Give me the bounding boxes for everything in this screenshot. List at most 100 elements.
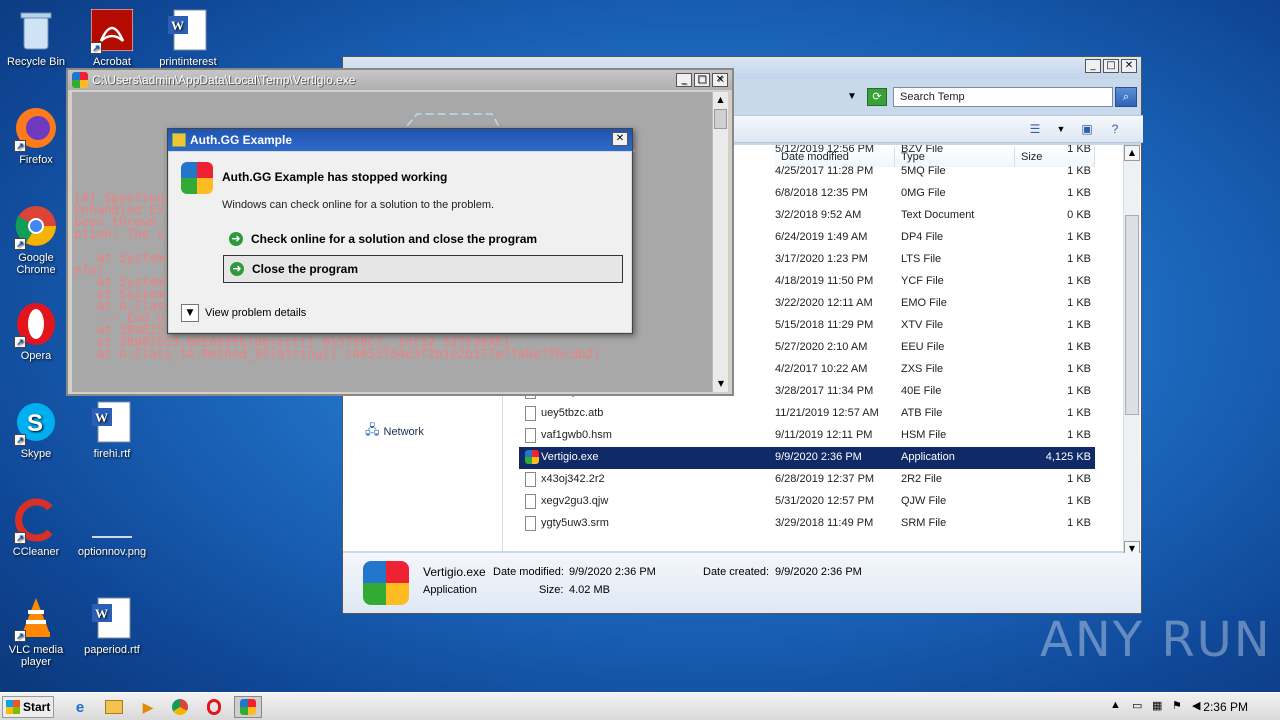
desktop-icon-firehi[interactable]: W firehi.rtf	[76, 400, 148, 460]
cell-type: XTV File	[901, 319, 944, 331]
maximize-button[interactable]: □	[1103, 59, 1119, 73]
option-label: Close the program	[252, 262, 359, 276]
cell-size: 0 KB	[1067, 209, 1091, 221]
tray-clock[interactable]: 2:36 PM	[1203, 700, 1248, 714]
close-button[interactable]: ✕	[612, 132, 628, 146]
refresh-button[interactable]: ⟳	[867, 88, 887, 106]
console-titlebar[interactable]: C:\Users\admin\AppData\Local\Temp\Vertig…	[68, 70, 732, 90]
cell-type: EMO File	[901, 297, 947, 309]
help-icon[interactable]: ?	[1107, 121, 1123, 137]
taskbar-explorer-icon[interactable]	[100, 696, 128, 718]
desktop-icon-skype[interactable]: S ↗ Skype	[0, 400, 72, 460]
tray-volume-icon[interactable]: ◀	[1192, 699, 1200, 712]
desktop-icon-label: CCleaner	[12, 546, 60, 558]
error-dialog[interactable]: Auth.GG Example ✕ Auth.GG Example has st…	[167, 128, 633, 334]
scroll-down-icon[interactable]: ▼	[713, 376, 729, 392]
taskbar-opera-icon[interactable]	[200, 696, 228, 718]
console-line: at A.Class_14.Method_92(String[] c405378…	[74, 346, 601, 361]
cell-type: QJW File	[901, 495, 947, 507]
close-button[interactable]: ✕	[1121, 59, 1137, 73]
desktop-icon-label: paperiod.rtf	[84, 644, 140, 656]
svg-text:W: W	[95, 410, 108, 425]
close-button[interactable]: ✕	[712, 73, 728, 87]
cell-type: ZXS File	[901, 363, 944, 375]
cell-type: 40E File	[901, 385, 942, 397]
desktop-icon-printinterest[interactable]: W printinterest	[152, 8, 224, 68]
cell-size: 1 KB	[1067, 473, 1091, 485]
skype-icon: S ↗	[14, 400, 58, 446]
cell-date: 3/29/2018 11:49 PM	[775, 517, 874, 529]
desktop-icon-vlc[interactable]: ↗ VLC media player	[0, 596, 72, 668]
table-row[interactable]: uey5tbzc.atb 11/21/2019 12:57 AM ATB File 1…	[519, 403, 1095, 425]
cell-type: Application	[901, 451, 955, 463]
tray-expand-icon[interactable]: ▲	[1110, 699, 1121, 711]
console-scrollbar[interactable]: ▲ ▼	[712, 92, 728, 392]
desktop-icon-ccleaner[interactable]: ↗ CCleaner	[0, 498, 72, 558]
scroll-thumb[interactable]	[1125, 215, 1139, 415]
dialog-subtext: Windows can check online for a solution …	[222, 199, 495, 211]
cell-type: 5MQ File	[901, 165, 946, 177]
scroll-up-icon[interactable]: ▲	[1124, 145, 1140, 161]
scroll-up-icon[interactable]: ▲	[713, 92, 728, 108]
cell-size: 1 KB	[1067, 165, 1091, 177]
desktop-icon-label: firehi.rtf	[93, 448, 131, 460]
minimize-button[interactable]: _	[676, 73, 692, 87]
address-dropdown-icon[interactable]: ▼	[847, 91, 857, 102]
view-details-toggle[interactable]: ▼ View problem details	[181, 304, 306, 322]
table-row[interactable]: Vertigio.exe 9/9/2020 2:36 PM Application 4…	[519, 447, 1095, 469]
desktop-icon-recycle-bin[interactable]: Recycle Bin	[0, 8, 72, 68]
tray-monitor-icon[interactable]: ▭	[1132, 699, 1142, 712]
search-input[interactable]: Search Temp	[893, 87, 1113, 107]
table-row[interactable]: x43oj342.2r2 6/28/2019 12:37 PM 2R2 File 1 …	[519, 469, 1095, 491]
desktop-icon-label: Firefox	[19, 154, 53, 166]
table-row[interactable]: ygty5uw3.srm 3/29/2018 11:49 PM SRM File 1 …	[519, 513, 1095, 535]
table-row[interactable]: vaf1gwb0.hsm 9/11/2019 12:11 PM HSM File 1 …	[519, 425, 1095, 447]
vertical-scrollbar[interactable]: ▲ ▼	[1123, 145, 1140, 559]
maximize-button[interactable]: □	[694, 73, 710, 87]
desktop-icon-paperiod[interactable]: W paperiod.rtf	[76, 596, 148, 656]
cell-size: 1 KB	[1067, 407, 1091, 419]
view-options-icon[interactable]: ☰	[1027, 121, 1043, 137]
table-row[interactable]: xegv2gu3.qjw 5/31/2020 12:57 PM QJW File 1 …	[519, 491, 1095, 513]
dialog-titlebar[interactable]: Auth.GG Example ✕	[168, 129, 632, 151]
details-size-value: 4.02 MB	[569, 584, 610, 596]
network-icon: 🖧	[365, 422, 380, 437]
start-button[interactable]: Start	[2, 696, 54, 718]
cell-size: 4,125 KB	[1045, 451, 1091, 463]
desktop-icon-firefox[interactable]: ↗ Firefox	[0, 106, 72, 166]
taskbar-ie-icon[interactable]: e	[66, 696, 94, 718]
nav-item-network[interactable]: 🖧 Network	[365, 421, 424, 443]
preview-pane-icon[interactable]: ▣	[1079, 121, 1095, 137]
cell-date: 4/2/2017 10:22 AM	[775, 363, 868, 375]
cell-date: 5/12/2019 12:56 PM	[775, 145, 875, 155]
details-pane: Vertigio.exe Application Date modified: …	[343, 553, 1141, 613]
taskbar: Start e ▶ ▲ ▭ ▦ ⚑ ◀ 2:36 PM	[0, 692, 1280, 720]
shortcut-arrow-icon: ↗	[90, 42, 102, 54]
desktop-icon-label: Opera	[20, 350, 52, 362]
details-created-value: 9/9/2020 2:36 PM	[775, 566, 862, 578]
taskbar-media-player-icon[interactable]: ▶	[134, 696, 162, 718]
tray-flag-icon[interactable]: ⚑	[1172, 699, 1182, 712]
search-icon[interactable]: ⌕	[1115, 87, 1137, 107]
dialog-app-icon	[172, 133, 186, 147]
desktop-icon-acrobat[interactable]: ↗ Acrobat	[76, 8, 148, 68]
scroll-thumb[interactable]	[714, 109, 727, 129]
check-online-button[interactable]: ➜ Check online for a solution and close …	[223, 226, 623, 254]
console-title: C:\Users\admin\AppData\Local\Temp\Vertig…	[92, 73, 356, 87]
taskbar-chrome-icon[interactable]	[166, 696, 194, 718]
cell-size: 1 KB	[1067, 275, 1091, 287]
chevron-down-icon[interactable]: ▼	[181, 304, 199, 322]
minimize-button[interactable]: _	[1085, 59, 1101, 73]
cell-type: EEU File	[901, 341, 945, 353]
word-doc-icon: W	[90, 596, 134, 640]
cell-date: 3/22/2020 12:11 AM	[775, 297, 873, 309]
cell-size: 1 KB	[1067, 187, 1091, 199]
desktop-icon-chrome[interactable]: ↗ Google Chrome	[0, 204, 72, 276]
svg-text:W: W	[171, 18, 184, 33]
tray-network-icon[interactable]: ▦	[1152, 699, 1162, 712]
view-dropdown-icon[interactable]: ▼	[1053, 121, 1069, 137]
close-program-button[interactable]: ➜ Close the program	[223, 255, 623, 283]
desktop-icon-opera[interactable]: ↗ Opera	[0, 302, 72, 362]
desktop-icon-optionnov[interactable]: optionnov.png	[76, 498, 148, 558]
taskbar-vertigio-icon[interactable]	[234, 696, 262, 718]
